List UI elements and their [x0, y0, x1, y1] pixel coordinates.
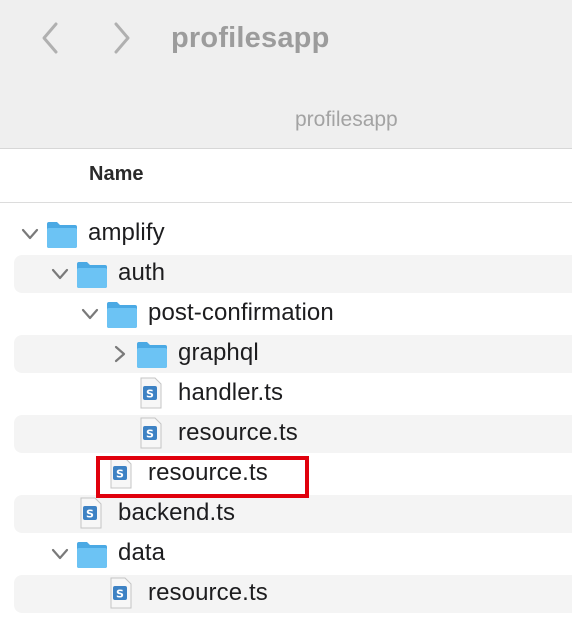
folder-icon [76, 259, 108, 289]
name-column-header[interactable]: Name [89, 163, 143, 186]
svg-text:S: S [116, 588, 124, 601]
item-label: resource.ts [178, 419, 298, 446]
item-label: graphql [178, 339, 259, 366]
folder-icon [106, 299, 138, 329]
chevron-down-icon[interactable] [20, 224, 40, 244]
typescript-file-icon: S [110, 577, 132, 609]
finder-toolbar: profilesapp profilesapp [0, 0, 572, 149]
folder-icon [76, 539, 108, 569]
list-item[interactable]: data [14, 535, 572, 573]
path-label: profilesapp [295, 108, 398, 131]
chevron-left-icon [42, 22, 58, 54]
list-item[interactable]: S backend.ts [14, 495, 572, 533]
chevron-right-icon [114, 22, 130, 54]
list-item[interactable]: S resource.ts [14, 415, 572, 453]
window-title: profilesapp [171, 22, 330, 54]
chevron-down-icon[interactable] [50, 544, 70, 564]
list-item[interactable]: graphql [14, 335, 572, 373]
svg-text:S: S [86, 508, 94, 521]
list-item[interactable]: post-confirmation [14, 295, 572, 333]
item-label: amplify [88, 219, 165, 246]
list-header: Name [0, 149, 572, 203]
svg-text:S: S [146, 428, 154, 441]
typescript-file-icon: S [140, 417, 162, 449]
forward-button[interactable] [102, 18, 142, 58]
typescript-file-icon: S [140, 377, 162, 409]
highlight-box [96, 456, 309, 498]
list-item[interactable]: S resource.ts [14, 575, 572, 613]
typescript-file-icon: S [80, 497, 102, 529]
chevron-down-icon[interactable] [50, 264, 70, 284]
item-label: post-confirmation [148, 299, 334, 326]
svg-text:S: S [146, 388, 154, 401]
item-label: auth [118, 259, 166, 286]
item-label: resource.ts [148, 579, 268, 606]
back-button[interactable] [30, 18, 70, 58]
folder-icon [136, 339, 168, 369]
chevron-down-icon[interactable] [80, 304, 100, 324]
item-label: handler.ts [178, 379, 284, 406]
list-item[interactable]: S handler.ts [14, 375, 572, 413]
list-item[interactable]: auth [14, 255, 572, 293]
list-item[interactable]: amplify [14, 215, 572, 253]
folder-icon [46, 219, 78, 249]
item-label: data [118, 539, 166, 566]
item-label: backend.ts [118, 499, 236, 526]
chevron-right-icon[interactable] [110, 344, 130, 364]
